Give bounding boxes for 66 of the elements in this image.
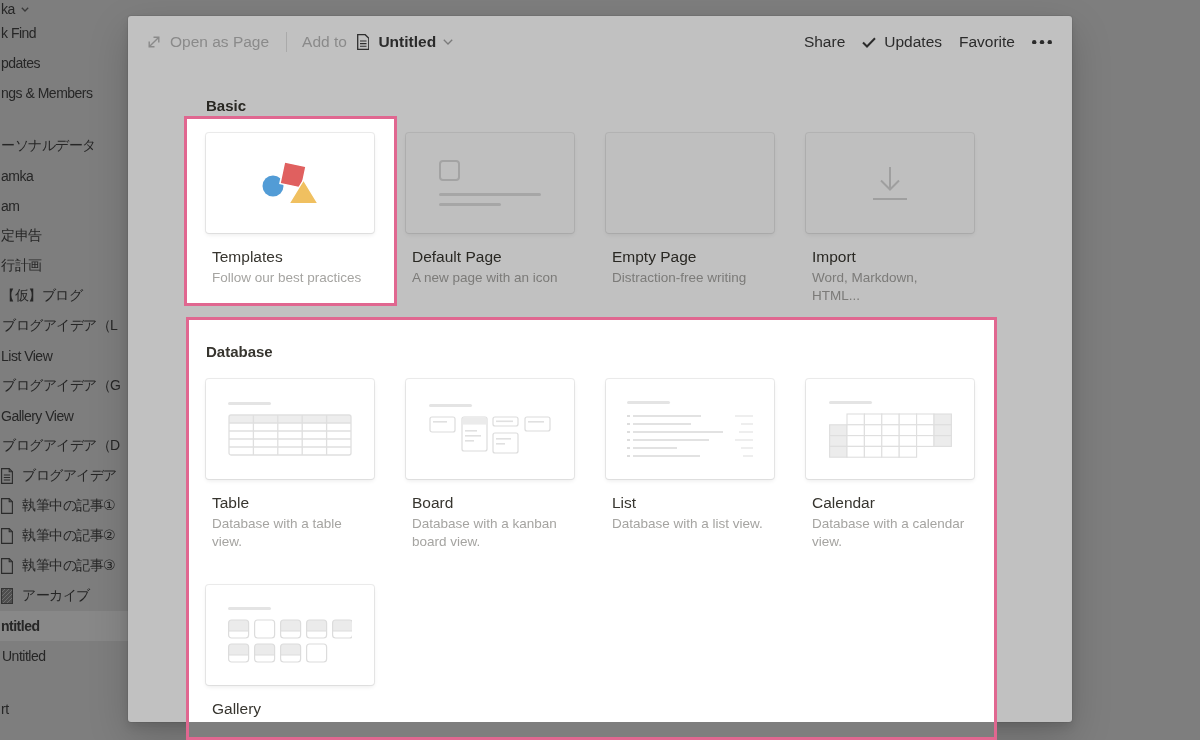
toolbar-button[interactable]: Share [799,30,850,54]
option-title: Board [411,493,454,513]
option-card[interactable] [206,133,374,233]
shapes-icon [261,161,319,205]
image-icon [1,588,13,604]
check-icon [862,36,877,48]
sidebar-item[interactable]: Untitled [0,641,128,671]
sidebar-item[interactable]: 定申告 [0,221,128,251]
sidebar-item[interactable]: ブログアイデア（D [0,431,128,461]
option-title: Templates [211,247,283,267]
option-description: Distraction-free writing [612,269,748,287]
option-description: Database with a calendar view. [812,515,966,551]
option-description: Follow our best practices [212,269,363,287]
sidebar-item[interactable]: ngs & Members [0,78,128,108]
table-icon [228,402,352,456]
sidebar-item[interactable]: 【仮】ブログ [0,281,128,311]
option-description: Word, Markdown, HTML... [812,269,919,305]
expand-icon [148,36,160,48]
gallery-icon [228,607,352,663]
list-icon [627,400,753,458]
calendar-icon [828,400,952,458]
sidebar-item[interactable]: ーソナルデータ [0,131,128,161]
option-description: Database with a list view. [612,515,764,533]
sidebar-item[interactable]: ntitled [0,611,128,641]
sidebar-item[interactable]: pdates [0,48,128,78]
sidebar-item[interactable]: k Find [0,18,128,48]
option-description: Database with a kanban board view. [412,515,558,551]
sidebar-item[interactable]: アーカイブ [0,581,128,611]
sidebar-item[interactable]: rt [0,694,128,724]
download-icon [872,166,908,200]
page-icon [1,558,13,574]
sidebar-item[interactable]: 行計画 [0,251,128,281]
page-selector[interactable]: Untitled [352,30,458,54]
option-title: Import [811,247,856,267]
toolbar-button[interactable]: Favorite [955,30,1019,54]
sidebar-item[interactable]: amka [0,161,128,191]
section-heading: Basic [206,96,247,116]
sidebar-item[interactable]: am [0,191,128,221]
more-icon [1032,39,1052,45]
option-description: A new page with an icon [412,269,559,287]
sidebar-item[interactable]: ブログアイデア [0,461,128,491]
option-title: Gallery [211,699,262,719]
option-title: Default Page [411,247,502,267]
page-icon [1,468,13,484]
board-icon [429,404,551,454]
sidebar-item[interactable]: ブログアイデア（G [0,371,128,401]
workspace-switcher[interactable]: ka [0,0,32,18]
page-layout-icon [439,160,541,206]
sidebar-item[interactable]: ブログアイデア（L [0,311,128,341]
chevron-down-icon [20,6,29,12]
section-heading: Database [206,342,273,362]
page-icon [356,34,370,50]
sidebar-item[interactable]: 執筆中の記事① [0,491,128,521]
option-title: Calendar [811,493,875,513]
chevron-down-icon [443,39,454,45]
sidebar-item[interactable]: 執筆中の記事② [0,521,128,551]
option-description: Database with a table view. [212,515,343,551]
option-title: List [611,493,637,513]
page-icon [1,528,13,544]
page-icon [1,498,13,514]
option-title: Table [211,493,250,513]
sidebar-item[interactable]: 執筆中の記事③ [0,551,128,581]
sidebar-item[interactable]: Gallery View [0,401,128,431]
sidebar-item[interactable]: List View [0,341,128,371]
toolbar-button[interactable]: Updates [858,30,946,54]
option-title: Empty Page [611,247,697,267]
